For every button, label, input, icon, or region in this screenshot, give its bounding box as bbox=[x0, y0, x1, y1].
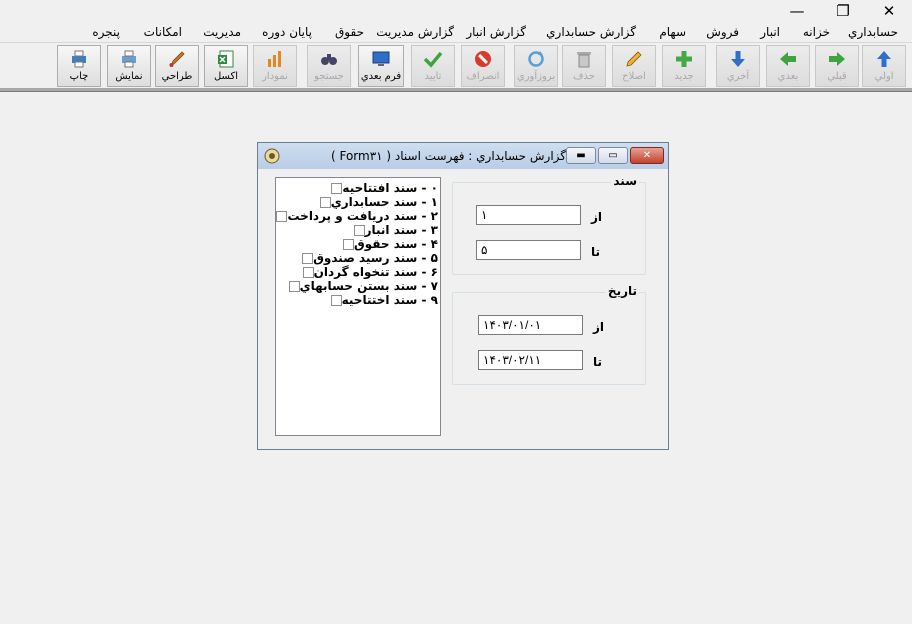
dialog-close-button[interactable]: ✕ bbox=[630, 147, 664, 164]
pencil-icon bbox=[622, 48, 646, 70]
date-from-field[interactable] bbox=[478, 315, 583, 335]
excel-icon bbox=[214, 48, 238, 70]
monitor-icon bbox=[369, 48, 393, 70]
brush-icon bbox=[165, 48, 189, 70]
binoculars-icon bbox=[317, 48, 341, 70]
list-item[interactable]: ۳ - سند انبار bbox=[349, 223, 438, 237]
doc-list-dialog: گزارش حسابداري : فهرست اسناد ( Form۳۱ ) … bbox=[257, 142, 669, 450]
menu-warehouse-report[interactable]: گزارش انبار bbox=[466, 25, 526, 39]
date-range-group-title: تاريخ bbox=[605, 284, 639, 298]
menu-window[interactable]: پنجره bbox=[92, 25, 120, 39]
printer-icon bbox=[67, 48, 91, 70]
date-from-label: از bbox=[593, 320, 605, 334]
cancel-button[interactable]: انصراف bbox=[461, 45, 505, 87]
list-item[interactable]: ۵ - سند رسيد صندوق bbox=[297, 251, 438, 265]
doc-from-label: از bbox=[591, 210, 603, 224]
close-icon: ✕ bbox=[642, 150, 652, 161]
dialog-minimize-button[interactable]: ▬ bbox=[566, 147, 596, 164]
dialog-title: گزارش حسابداري : فهرست اسناد ( Form۳۱ ) bbox=[330, 149, 566, 163]
arrow-up-icon bbox=[872, 48, 896, 70]
last-button[interactable]: آخري bbox=[716, 45, 760, 87]
checkbox[interactable] bbox=[331, 182, 343, 194]
minimize-icon: ▬ bbox=[576, 150, 586, 161]
checkbox[interactable] bbox=[302, 266, 314, 278]
checkbox[interactable] bbox=[342, 238, 354, 250]
toolbar: اولي قبلي بعدي آخري جديد اصلاح حذف بروزآ… bbox=[0, 42, 912, 91]
menu-accounting[interactable]: حسابداري bbox=[848, 25, 898, 39]
close-button[interactable]: ✕ bbox=[866, 0, 912, 22]
doc-type-list[interactable]: ۰ - سند افتتاحيه ۱ - سند حسابداري ۲ - سن… bbox=[275, 177, 441, 436]
design-button[interactable]: طراحي bbox=[155, 45, 199, 87]
dialog-title-bar[interactable]: گزارش حسابداري : فهرست اسناد ( Form۳۱ ) … bbox=[258, 143, 668, 169]
list-item[interactable]: ۲ - سند دريافت و پرداخت bbox=[271, 209, 438, 223]
printer-preview-icon bbox=[117, 48, 141, 70]
list-item[interactable]: ۶ - سند تنخواه گردان bbox=[298, 265, 438, 279]
plus-icon bbox=[672, 48, 696, 70]
checkbox[interactable] bbox=[353, 224, 365, 236]
menu-accounting-report[interactable]: گزارش حسابداري bbox=[546, 25, 636, 39]
doc-to-field[interactable] bbox=[476, 240, 581, 260]
confirm-button[interactable]: تاييد bbox=[411, 45, 455, 87]
delete-button[interactable]: حذف bbox=[562, 45, 606, 87]
checkbox[interactable] bbox=[330, 294, 342, 306]
menu-treasury[interactable]: خزانه bbox=[803, 25, 830, 39]
arrow-down-icon bbox=[726, 48, 750, 70]
restore-icon: ❐ bbox=[836, 2, 850, 20]
checkbox[interactable] bbox=[276, 210, 288, 222]
app-icon bbox=[263, 147, 281, 165]
doc-number-group: سند از تا bbox=[452, 174, 646, 275]
search-button[interactable]: جستجو bbox=[307, 45, 351, 87]
menu-warehouse[interactable]: انبار bbox=[760, 25, 780, 39]
list-item[interactable]: ۱ - سند حسابداري bbox=[315, 195, 438, 209]
checkmark-icon bbox=[421, 48, 445, 70]
menu-management[interactable]: مديريت bbox=[203, 25, 241, 39]
trash-icon bbox=[572, 48, 596, 70]
arrow-left-icon bbox=[776, 48, 800, 70]
edit-button[interactable]: اصلاح bbox=[612, 45, 656, 87]
menu-payroll[interactable]: حقوق bbox=[335, 25, 364, 39]
next-form-button[interactable]: فرم بعدي bbox=[358, 45, 404, 87]
preview-button[interactable]: نمايش bbox=[107, 45, 151, 87]
toolbar-divider bbox=[0, 88, 912, 92]
print-button[interactable]: چاپ bbox=[57, 45, 101, 87]
no-entry-icon bbox=[471, 48, 495, 70]
list-item[interactable]: ۹ - سند اختتاحيه bbox=[326, 293, 438, 307]
date-to-field[interactable] bbox=[478, 350, 583, 370]
list-item[interactable]: ۷ - سند بستن حسابهاي bbox=[284, 279, 438, 293]
restore-button[interactable]: ❐ bbox=[820, 0, 866, 22]
menu-period-end[interactable]: پايان دوره bbox=[262, 25, 312, 39]
menu-tools[interactable]: امكانات bbox=[144, 25, 182, 39]
menu-bar: حسابداري خزانه انبار فروش سهام گزارش حسا… bbox=[0, 22, 912, 42]
minimize-button[interactable]: — bbox=[774, 0, 820, 22]
minimize-icon: — bbox=[789, 2, 805, 20]
list-item[interactable]: ۴ - سند حقوق bbox=[338, 237, 438, 251]
refresh-button[interactable]: بروزآوري bbox=[514, 45, 558, 87]
checkbox[interactable] bbox=[302, 252, 314, 264]
dialog-maximize-button[interactable]: ▭ bbox=[598, 147, 628, 164]
arrow-right-icon bbox=[825, 48, 849, 70]
bar-chart-icon bbox=[263, 48, 287, 70]
maximize-icon: ▭ bbox=[608, 150, 618, 161]
prev-button[interactable]: قبلي bbox=[815, 45, 859, 87]
chart-button[interactable]: نمودار bbox=[253, 45, 297, 87]
date-range-group: تاريخ از تا bbox=[452, 284, 646, 385]
first-button[interactable]: اولي bbox=[862, 45, 906, 87]
close-icon: ✕ bbox=[882, 2, 896, 20]
doc-to-label: تا bbox=[591, 245, 601, 259]
menu-shares[interactable]: سهام bbox=[659, 25, 686, 39]
checkbox[interactable] bbox=[319, 196, 331, 208]
refresh-icon bbox=[524, 48, 548, 70]
menu-sales[interactable]: فروش bbox=[706, 25, 739, 39]
new-button[interactable]: جديد bbox=[662, 45, 706, 87]
next-button[interactable]: بعدي bbox=[766, 45, 810, 87]
date-to-label: تا bbox=[593, 355, 603, 369]
doc-number-group-title: سند bbox=[611, 174, 639, 188]
excel-button[interactable]: اكسل bbox=[204, 45, 248, 87]
doc-from-field[interactable] bbox=[476, 205, 581, 225]
list-item[interactable]: ۰ - سند افتتاحيه bbox=[326, 181, 438, 195]
checkbox[interactable] bbox=[288, 280, 300, 292]
menu-management-report[interactable]: گزارش مديريت bbox=[376, 25, 454, 39]
